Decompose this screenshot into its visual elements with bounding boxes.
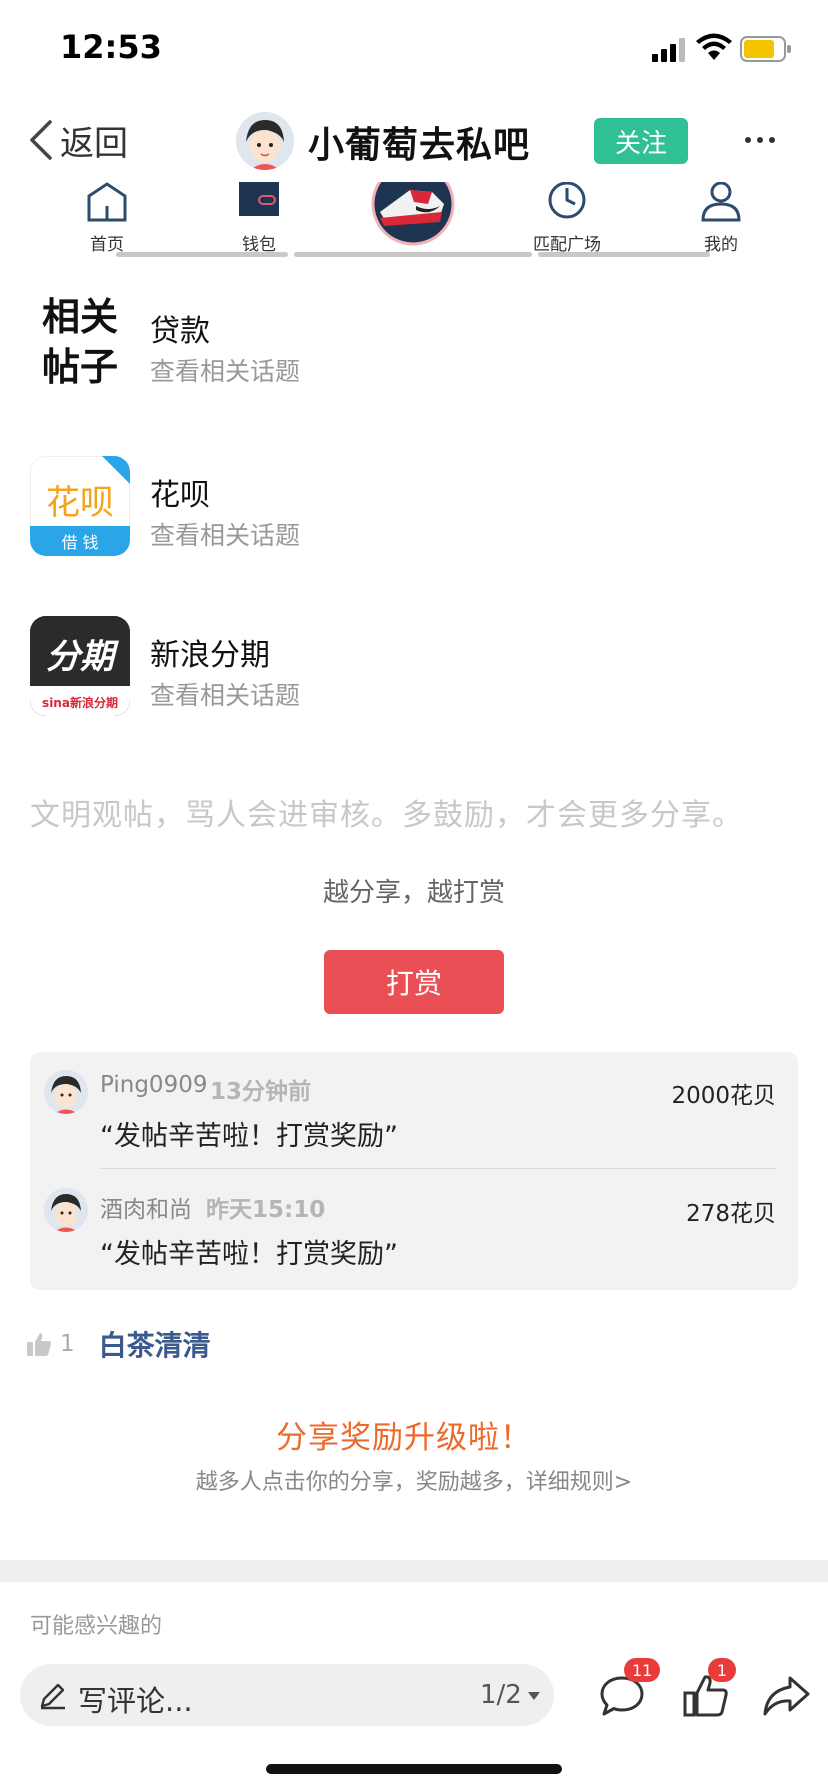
author-name[interactable]: 小葡萄去私吧 bbox=[308, 116, 530, 168]
related-title: 花呗 bbox=[150, 478, 210, 513]
reward-list: Ping0909 13分钟前 2000花贝 “发帖辛苦啦！打赏奖励” 酒肉和尚 … bbox=[30, 1052, 798, 1290]
wifi-icon bbox=[696, 33, 732, 60]
more-options-button[interactable] bbox=[740, 120, 780, 160]
tab-mine[interactable]: 我的 bbox=[666, 182, 776, 255]
avatar[interactable] bbox=[44, 1188, 88, 1232]
reward-user-name[interactable]: 酒肉和尚 bbox=[100, 1190, 192, 1224]
logo-caption: sina新浪分期 bbox=[42, 695, 118, 710]
share-promo-title[interactable]: 分享奖励升级啦！ bbox=[0, 1412, 808, 1457]
recommendations-heading: 可能感兴趣的 bbox=[30, 1614, 163, 1639]
comment-count-badge: 11 bbox=[624, 1658, 661, 1682]
back-button[interactable]: 返回 bbox=[28, 112, 128, 168]
pencil-icon bbox=[40, 1683, 65, 1710]
tab-strip: 首页 钱包 匹配广场 我的 bbox=[0, 182, 828, 260]
tab-match-square[interactable]: 匹配广场 bbox=[512, 182, 622, 255]
cellular-signal-icon bbox=[652, 38, 685, 62]
sina-installment-logo: 分期 sina新浪分期 bbox=[30, 616, 130, 716]
like-summary: 1 白茶清清 bbox=[26, 1326, 211, 1362]
logo-text: 花呗 bbox=[46, 483, 114, 523]
tab-scrollbar bbox=[294, 252, 532, 257]
tab-label: 我的 bbox=[704, 235, 738, 255]
tab-scrollbar bbox=[538, 252, 710, 257]
dot bbox=[769, 137, 775, 143]
section-divider bbox=[0, 1560, 828, 1582]
comment-input[interactable]: 写评论... 1/2 bbox=[20, 1664, 554, 1726]
home-icon bbox=[87, 182, 127, 222]
huabei-app-logo: 花呗 借 钱 bbox=[30, 456, 130, 556]
reward-time: 13分钟前 bbox=[210, 1079, 312, 1105]
share-icon[interactable] bbox=[762, 1672, 810, 1720]
profile-icon bbox=[701, 182, 741, 222]
avatar[interactable] bbox=[44, 1070, 88, 1114]
dot bbox=[745, 137, 751, 143]
match-icon bbox=[548, 182, 586, 219]
related-subtitle: 查看相关话题 bbox=[150, 681, 301, 710]
reward-time: 昨天15:10 bbox=[206, 1197, 326, 1223]
logo-text: 分期 bbox=[46, 637, 119, 677]
related-subtitle: 查看相关话题 bbox=[150, 357, 301, 386]
related-item-loan[interactable]: 相关帖子 贷款 查看相关话题 bbox=[30, 292, 800, 396]
share-promo-rules-link[interactable]: 越多人点击你的分享，奖励越多，详细规则> bbox=[0, 1464, 828, 1496]
related-title: 新浪分期 bbox=[150, 638, 270, 673]
follow-button[interactable]: 关注 bbox=[594, 118, 688, 164]
reward-amount: 2000花贝 bbox=[671, 1083, 776, 1109]
dot bbox=[757, 137, 763, 143]
tab-home[interactable]: 首页 bbox=[52, 182, 162, 255]
page-indicator[interactable]: 1/2 bbox=[480, 1680, 522, 1710]
reward-user-name[interactable]: Ping0909 bbox=[100, 1072, 207, 1098]
reward-button[interactable]: 打赏 bbox=[324, 950, 504, 1014]
status-time: 12:53 bbox=[60, 28, 162, 66]
divider bbox=[100, 1168, 776, 1169]
tab-scrollbar bbox=[116, 252, 288, 257]
chevron-down-icon[interactable] bbox=[528, 1692, 540, 1700]
like-count-badge: 1 bbox=[708, 1658, 736, 1682]
tip-heading: 越分享，越打赏 bbox=[322, 878, 505, 908]
chevron-left-icon bbox=[30, 120, 52, 160]
battery-icon bbox=[740, 36, 791, 62]
featured-sneaker-thumbnail[interactable] bbox=[370, 182, 456, 246]
like-count: 1 bbox=[60, 1331, 75, 1357]
reward-item: 酒肉和尚 昨天15:10 278花贝 “发帖辛苦啦！打赏奖励” bbox=[30, 1170, 798, 1288]
reward-message: “发帖辛苦啦！打赏奖励” bbox=[100, 1121, 398, 1152]
nav-bar: 返回 小葡萄去私吧 关注 bbox=[0, 100, 828, 182]
community-notice: 文明观帖，骂人会进审核。多鼓励，才会更多分享。 bbox=[30, 798, 743, 833]
author-avatar[interactable] bbox=[236, 112, 294, 170]
back-label: 返回 bbox=[60, 123, 128, 164]
related-posts-header: 相关帖子 bbox=[41, 294, 118, 389]
related-item-sina-installment[interactable]: 分期 sina新浪分期 新浪分期 查看相关话题 bbox=[30, 616, 800, 720]
reward-amount: 278花贝 bbox=[686, 1201, 776, 1227]
reward-item: Ping0909 13分钟前 2000花贝 “发帖辛苦啦！打赏奖励” bbox=[30, 1052, 798, 1170]
status-bar: 12:53 bbox=[0, 0, 828, 100]
comment-placeholder: 写评论... bbox=[78, 1684, 193, 1718]
like-user-link[interactable]: 白茶清清 bbox=[99, 1324, 211, 1364]
reward-message: “发帖辛苦啦！打赏奖励” bbox=[100, 1239, 398, 1270]
logo-caption: 借 钱 bbox=[61, 533, 98, 552]
related-subtitle: 查看相关话题 bbox=[150, 521, 301, 550]
related-item-huabei[interactable]: 花呗 借 钱 花呗 查看相关话题 bbox=[30, 456, 800, 560]
tab-wallet[interactable]: 钱包 bbox=[204, 182, 314, 255]
related-title: 贷款 bbox=[150, 314, 210, 349]
thumbs-up-icon bbox=[27, 1333, 51, 1356]
home-indicator[interactable] bbox=[266, 1764, 562, 1774]
wallet-icon bbox=[239, 182, 279, 216]
